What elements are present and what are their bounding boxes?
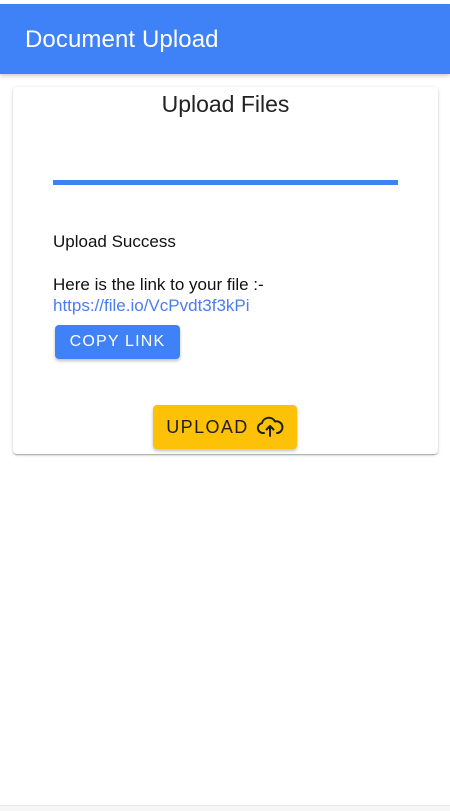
upload-progress-bar <box>53 180 398 185</box>
card-title: Upload Files <box>161 91 290 117</box>
copy-link-button[interactable]: Copy Link <box>55 325 180 359</box>
app-bar: Document Upload <box>0 4 450 74</box>
upload-button[interactable]: Upload <box>153 405 297 449</box>
file-link-intro: Here is the link to your file :- <box>53 275 264 294</box>
file-link[interactable]: https://file.io/VcPvdt3f3kPi <box>53 296 250 316</box>
bottom-strip <box>0 806 450 811</box>
cloud-upload-icon <box>256 416 284 438</box>
app-title: Document Upload <box>25 26 219 53</box>
upload-status-text: Upload Success <box>53 232 176 251</box>
upload-button-label: Upload <box>166 416 249 437</box>
upload-card: Upload Files Upload Success Here is the … <box>13 87 438 454</box>
upload-progress-fill <box>53 180 398 185</box>
